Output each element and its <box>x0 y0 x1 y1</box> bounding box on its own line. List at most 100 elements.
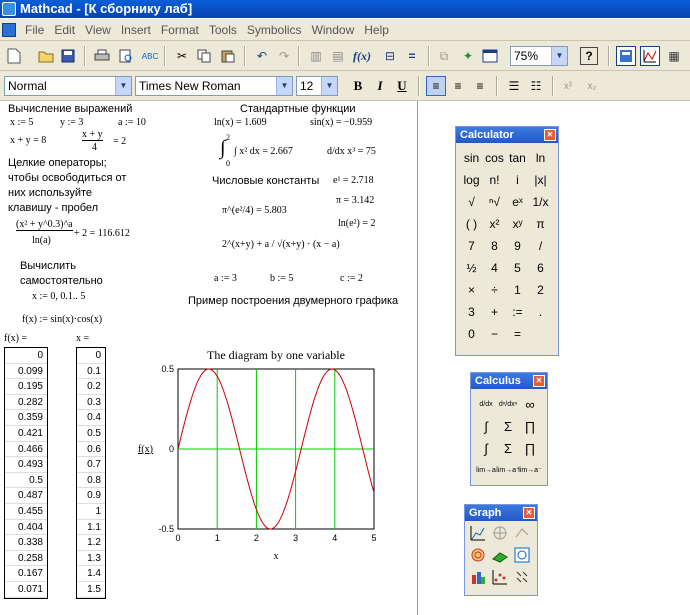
limit-icon[interactable]: lim→a <box>475 459 497 481</box>
calc-key[interactable]: − <box>483 323 506 345</box>
cut-icon[interactable]: ✂ <box>172 46 192 66</box>
polar-plot-icon[interactable] <box>490 523 510 543</box>
chevron-down-icon[interactable]: ▼ <box>321 77 337 95</box>
align-right-icon[interactable]: ≡ <box>470 76 490 96</box>
right-limit-icon[interactable]: lim→a⁺ <box>496 459 520 481</box>
new-document-icon[interactable] <box>4 46 24 66</box>
3d-surface-icon[interactable] <box>490 545 510 565</box>
matrix-toolbar-icon[interactable]: ▦ <box>664 46 684 66</box>
calc-key[interactable]: := <box>506 301 529 323</box>
align-horizontal-icon[interactable]: ▥ <box>306 46 326 66</box>
graph-panel[interactable]: Graph ✕ <box>464 504 538 596</box>
calc-key[interactable]: 9 <box>506 235 529 257</box>
calc-key[interactable]: = <box>506 323 529 345</box>
nth-derivative-icon[interactable]: dⁿ/dxⁿ <box>497 393 519 415</box>
calc-key[interactable]: eˣ <box>506 191 529 213</box>
infinity-icon[interactable]: ∞ <box>519 393 541 415</box>
undo-icon[interactable]: ↶ <box>252 46 272 66</box>
subscript-button[interactable]: x₂ <box>582 76 602 96</box>
print-preview-icon[interactable] <box>116 46 136 66</box>
graph-toolbar-icon[interactable] <box>640 46 660 66</box>
close-icon[interactable]: ✕ <box>533 375 545 387</box>
calc-key[interactable]: + <box>483 301 506 323</box>
copy-icon[interactable] <box>194 46 214 66</box>
chevron-down-icon[interactable]: ▼ <box>115 77 131 95</box>
line-chart[interactable]: The diagram by one variable0 1 2 3 4 50.50-0.… <box>130 341 390 571</box>
fx-table[interactable]: 0 0.099 0.195 0.282 0.359 0.421 0.466 0.493 0.5 0… <box>4 347 48 599</box>
calc-key[interactable]: cos <box>483 147 506 169</box>
chevron-down-icon[interactable]: ▼ <box>551 47 567 65</box>
bullets-icon[interactable]: ☰ <box>504 76 524 96</box>
indefinite-integral-icon[interactable]: ∫ <box>475 437 497 459</box>
calc-key[interactable]: 1/x <box>529 191 552 213</box>
calc-key[interactable]: ½ <box>460 257 483 279</box>
range-product-icon[interactable]: ∏ <box>519 437 541 459</box>
menu-view[interactable]: View <box>80 23 116 37</box>
calc-key[interactable]: 1 <box>506 279 529 301</box>
close-icon[interactable]: ✕ <box>523 507 535 519</box>
left-limit-icon[interactable]: lim→a⁻ <box>518 459 542 481</box>
definite-integral-icon[interactable]: ∫ <box>475 415 497 437</box>
bold-button[interactable]: B <box>348 76 368 96</box>
style-select[interactable]: Normal ▼ <box>4 76 132 96</box>
align-vertical-icon[interactable]: ▤ <box>328 46 348 66</box>
menu-format[interactable]: Format <box>156 23 204 37</box>
superscript-button[interactable]: x² <box>558 76 578 96</box>
calc-key[interactable]: ( ) <box>460 213 483 235</box>
calc-key[interactable]: / <box>529 235 552 257</box>
calc-key[interactable]: √ <box>460 191 483 213</box>
calc-key[interactable]: |x| <box>529 169 552 191</box>
menu-help[interactable]: Help <box>359 23 394 37</box>
range-sum-icon[interactable]: Σ <box>497 437 519 459</box>
product-icon[interactable]: ∏ <box>519 415 541 437</box>
paste-icon[interactable] <box>218 46 238 66</box>
italic-button[interactable]: I <box>370 76 390 96</box>
calc-key[interactable]: x² <box>483 213 506 235</box>
calculate-icon[interactable]: = <box>402 46 422 66</box>
calc-key[interactable]: n! <box>483 169 506 191</box>
underline-button[interactable]: U <box>392 76 412 96</box>
menu-tools[interactable]: Tools <box>204 23 242 37</box>
calculator-panel[interactable]: Calculator ✕ sin cos tan ln log n! i |x| √ ⁿ√ eˣ 1/x… <box>455 126 559 356</box>
calc-key[interactable]: xʸ <box>506 213 529 235</box>
calc-key[interactable]: log <box>460 169 483 191</box>
calc-key[interactable]: 0 <box>460 323 483 345</box>
calc-key[interactable]: 2 <box>529 279 552 301</box>
contour-plot-icon[interactable] <box>468 545 488 565</box>
calculator-toolbar-icon[interactable] <box>616 46 636 66</box>
xy-plot-icon[interactable] <box>468 523 488 543</box>
menu-edit[interactable]: Edit <box>49 23 80 37</box>
calc-key[interactable]: π <box>529 213 552 235</box>
menu-symbolics[interactable]: Symbolics <box>242 23 307 37</box>
calc-key[interactable]: × <box>460 279 483 301</box>
zoom-select[interactable]: 75% ▼ <box>510 46 568 66</box>
calc-key[interactable]: . <box>529 301 552 323</box>
3d-bar-icon[interactable] <box>468 567 488 587</box>
summation-icon[interactable]: Σ <box>497 415 519 437</box>
menu-window[interactable]: Window <box>307 23 360 37</box>
menu-file[interactable]: File <box>20 23 49 37</box>
vector-field-icon[interactable] <box>512 567 532 587</box>
font-select[interactable]: Times New Roman ▼ <box>135 76 293 96</box>
help-button[interactable]: ? <box>580 47 598 65</box>
insert-unit-icon[interactable]: ⊟ <box>380 46 400 66</box>
calc-key[interactable]: ⁿ√ <box>483 191 506 213</box>
document-icon[interactable] <box>2 23 16 37</box>
calc-key[interactable]: 4 <box>483 257 506 279</box>
contour-map-icon[interactable] <box>512 545 532 565</box>
calc-key[interactable]: i <box>506 169 529 191</box>
scatter-plot-icon[interactable] <box>490 567 510 587</box>
x-table[interactable]: 0 0.1 0.2 0.3 0.4 0.5 0.6 0.7 0.8 0.9 1 1.1 1.2 1.3 1.… <box>76 347 106 599</box>
surface-plot-icon[interactable] <box>512 523 532 543</box>
calc-key[interactable]: 8 <box>483 235 506 257</box>
calc-key[interactable]: ln <box>529 147 552 169</box>
align-center-icon[interactable]: ≡ <box>448 76 468 96</box>
calc-key[interactable]: 5 <box>506 257 529 279</box>
size-select[interactable]: 12 ▼ <box>296 76 338 96</box>
worksheet[interactable]: Вычисление выражений x := 5 y := 3 a := … <box>0 101 418 615</box>
calc-key[interactable]: sin <box>460 147 483 169</box>
calc-key[interactable]: ÷ <box>483 279 506 301</box>
calc-key[interactable]: tan <box>506 147 529 169</box>
numbering-icon[interactable]: ☷ <box>526 76 546 96</box>
chevron-down-icon[interactable]: ▼ <box>276 77 292 95</box>
